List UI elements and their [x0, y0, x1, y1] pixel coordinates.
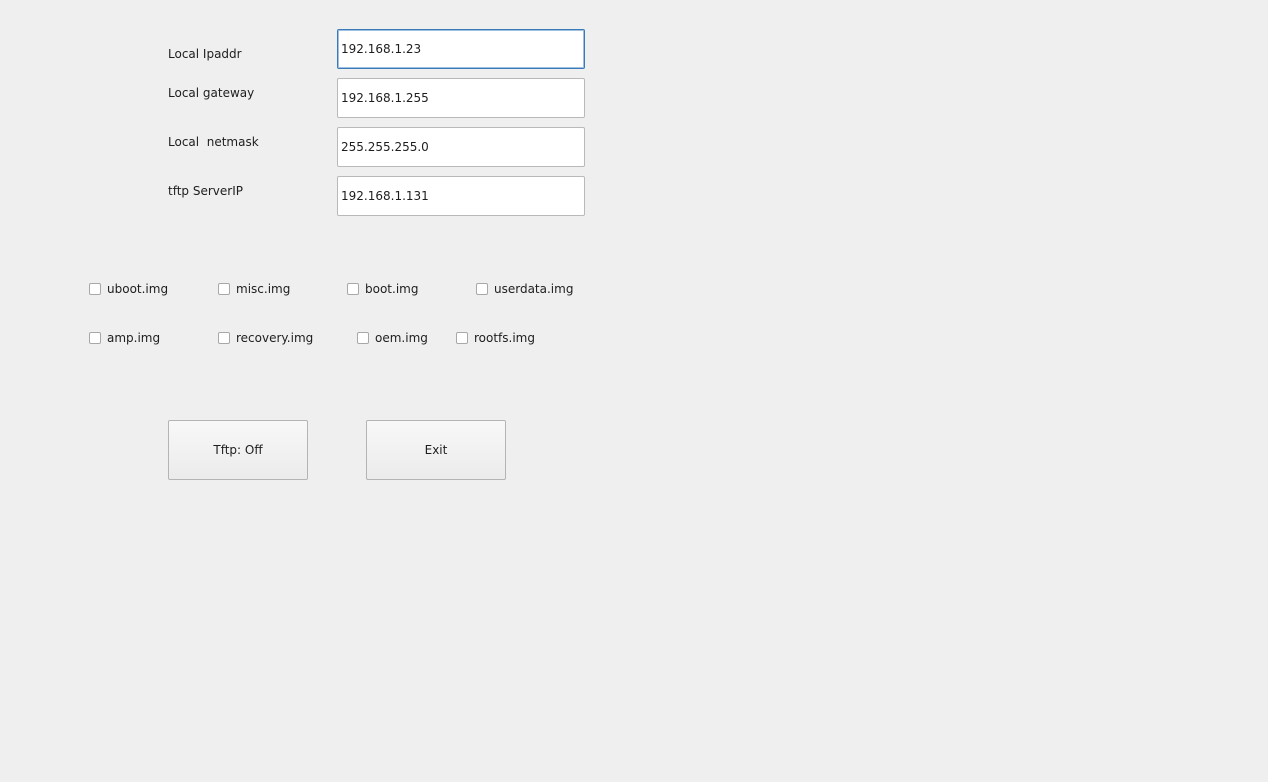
local-ipaddr-input[interactable]	[337, 29, 585, 69]
checkbox-rootfs-img-label: rootfs.img	[474, 331, 535, 345]
checkbox-oem-img-box[interactable]	[357, 332, 369, 344]
checkbox-boot-img[interactable]: boot.img	[347, 281, 418, 297]
checkbox-misc-img[interactable]: misc.img	[218, 281, 290, 297]
checkbox-misc-img-label: misc.img	[236, 282, 291, 296]
label-local-gateway: Local gateway	[168, 86, 255, 100]
local-gateway-input[interactable]	[337, 78, 585, 118]
checkbox-userdata-img[interactable]: userdata.img	[476, 281, 573, 297]
checkbox-misc-img-box[interactable]	[218, 283, 230, 295]
checkbox-userdata-img-label: userdata.img	[494, 282, 574, 296]
exit-button[interactable]: Exit	[366, 420, 506, 480]
checkbox-amp-img-label: amp.img	[107, 331, 161, 345]
checkbox-oem-img[interactable]: oem.img	[357, 330, 428, 346]
checkbox-oem-img-label: oem.img	[375, 331, 428, 345]
tftp-serverip-input[interactable]	[337, 176, 585, 216]
checkbox-rootfs-img[interactable]: rootfs.img	[456, 330, 535, 346]
checkbox-recovery-img[interactable]: recovery.img	[218, 330, 313, 346]
checkbox-recovery-img-label: recovery.img	[236, 331, 314, 345]
checkbox-userdata-img-box[interactable]	[476, 283, 488, 295]
checkbox-uboot-img-box[interactable]	[89, 283, 101, 295]
checkbox-uboot-img-label: uboot.img	[107, 282, 169, 296]
checkbox-amp-img-box[interactable]	[89, 332, 101, 344]
checkbox-rootfs-img-box[interactable]	[456, 332, 468, 344]
checkbox-boot-img-box[interactable]	[347, 283, 359, 295]
label-local-netmask: Local netmask	[168, 135, 259, 149]
label-local-ipaddr: Local Ipaddr	[168, 47, 242, 61]
checkbox-uboot-img[interactable]: uboot.img	[89, 281, 168, 297]
tftp-toggle-button[interactable]: Tftp: Off	[168, 420, 308, 480]
checkbox-recovery-img-box[interactable]	[218, 332, 230, 344]
local-netmask-input[interactable]	[337, 127, 585, 167]
label-tftp-serverip: tftp ServerIP	[168, 184, 243, 198]
checkbox-boot-img-label: boot.img	[365, 282, 419, 296]
checkbox-amp-img[interactable]: amp.img	[89, 330, 160, 346]
